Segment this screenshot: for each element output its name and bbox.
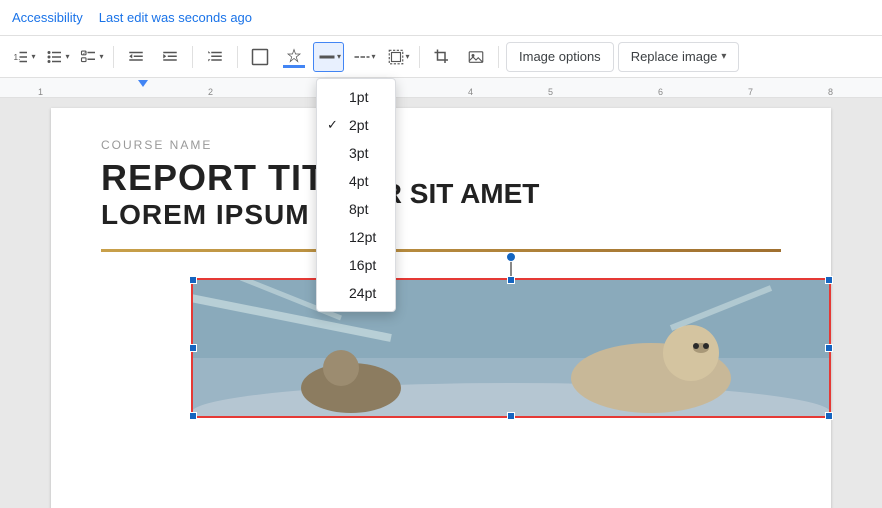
image-options-button[interactable]: Image options — [506, 42, 614, 72]
separator-1 — [113, 46, 114, 68]
dropdown-item-3pt[interactable]: 3pt — [317, 139, 395, 167]
ruler-indent-marker — [138, 80, 148, 87]
svg-text:1.: 1. — [14, 53, 21, 62]
dropdown-item-12pt[interactable]: 12pt — [317, 223, 395, 251]
image-options-label: Image options — [519, 49, 601, 64]
checklist-button[interactable]: ✓ ▾ — [76, 42, 106, 72]
rotate-handle[interactable] — [506, 252, 516, 262]
line-spacing-button[interactable] — [200, 42, 230, 72]
ruler-mark-8: 8 — [828, 87, 833, 97]
image-placeholder-button[interactable] — [461, 42, 491, 72]
dropdown-item-2pt[interactable]: 2pt — [317, 111, 395, 139]
border-position-button[interactable]: ▾ — [382, 42, 412, 72]
page: COURSE NAME REPORT TITL LOREM IPSUM OR S… — [51, 108, 831, 508]
ruler-mark-2: 2 — [208, 87, 213, 97]
last-edit-status: Last edit was seconds ago — [99, 10, 252, 25]
rotation-line — [510, 260, 512, 278]
report-title-text: REPORT TITL — [101, 157, 348, 198]
bulleted-list-icon — [46, 48, 64, 66]
replace-image-label: Replace image — [631, 49, 718, 64]
ruler-mark-7: 7 — [748, 87, 753, 97]
ruler-mark-4: 4 — [468, 87, 473, 97]
crop-icon — [433, 48, 451, 66]
course-name: COURSE NAME — [101, 138, 781, 152]
numbered-list-icon: 1. — [12, 48, 30, 66]
image-placeholder-icon — [467, 48, 485, 66]
wolf-scene-svg — [191, 278, 831, 418]
border-style-button[interactable] — [245, 42, 275, 72]
accessibility-link[interactable]: Accessibility — [12, 10, 83, 25]
border-weight-icon — [318, 48, 336, 66]
image-placeholder — [191, 278, 831, 418]
dropdown-item-16pt[interactable]: 16pt — [317, 251, 395, 279]
separator-4 — [419, 46, 420, 68]
separator-3 — [237, 46, 238, 68]
crop-button[interactable] — [427, 42, 457, 72]
dropdown-item-4pt[interactable]: 4pt — [317, 167, 395, 195]
ruler: 1 2 3 4 5 6 7 8 — [0, 78, 882, 98]
checklist-icon: ✓ — [80, 48, 98, 66]
wolf-image — [191, 278, 831, 418]
border-weight-button[interactable]: ▾ — [313, 42, 344, 72]
report-title: REPORT TITL — [101, 158, 348, 198]
gold-divider-line — [101, 249, 781, 252]
increase-indent-button[interactable] — [155, 42, 185, 72]
border-style-icon — [251, 48, 269, 66]
svg-text:✓: ✓ — [83, 50, 87, 56]
lorem-right-text: OR SIT AMET — [360, 178, 781, 210]
bulleted-list-button[interactable]: ▾ — [42, 42, 72, 72]
border-position-arrow: ▾ — [406, 52, 410, 61]
checklist-arrow: ▾ — [99, 52, 103, 61]
border-color-button[interactable] — [279, 42, 309, 72]
border-dash-arrow: ▾ — [372, 52, 376, 61]
bulleted-list-arrow: ▾ — [65, 52, 69, 61]
replace-image-button[interactable]: Replace image ▾ — [618, 42, 740, 72]
lorem-ipsum-text: LOREM IPSUM — [101, 198, 348, 232]
ruler-mark-6: 6 — [658, 87, 663, 97]
replace-image-arrow: ▾ — [721, 51, 726, 62]
dropdown-item-1pt[interactable]: 1pt — [317, 83, 395, 111]
dropdown-item-24pt[interactable]: 24pt — [317, 279, 395, 307]
line-spacing-icon — [206, 48, 224, 66]
border-dash-icon — [353, 48, 371, 66]
ruler-inner: 1 2 3 4 5 6 7 8 — [8, 78, 874, 97]
border-weight-arrow: ▾ — [337, 52, 341, 61]
decrease-indent-button[interactable] — [121, 42, 151, 72]
border-weight-dropdown: 1pt2pt3pt4pt8pt12pt16pt24pt — [316, 78, 396, 312]
numbered-list-button[interactable]: 1. ▾ — [8, 42, 38, 72]
border-color-icon — [285, 48, 303, 66]
ruler-mark-1: 1 — [38, 87, 43, 97]
document-area: COURSE NAME REPORT TITL LOREM IPSUM OR S… — [0, 98, 882, 508]
toolbar: 1. ▾ ▾ ✓ ▾ — [0, 36, 882, 78]
separator-2 — [192, 46, 193, 68]
ruler-mark-5: 5 — [548, 87, 553, 97]
border-position-icon — [387, 48, 405, 66]
lorem-ipsum-label: LOREM IPSUM — [101, 199, 310, 230]
decrease-indent-icon — [127, 48, 145, 66]
dropdown-item-8pt[interactable]: 8pt — [317, 195, 395, 223]
image-container[interactable] — [191, 278, 831, 418]
increase-indent-icon — [161, 48, 179, 66]
top-bar: Accessibility Last edit was seconds ago — [0, 0, 882, 36]
numbered-list-arrow: ▾ — [31, 52, 35, 61]
separator-5 — [498, 46, 499, 68]
border-dash-button[interactable]: ▾ — [348, 42, 378, 72]
